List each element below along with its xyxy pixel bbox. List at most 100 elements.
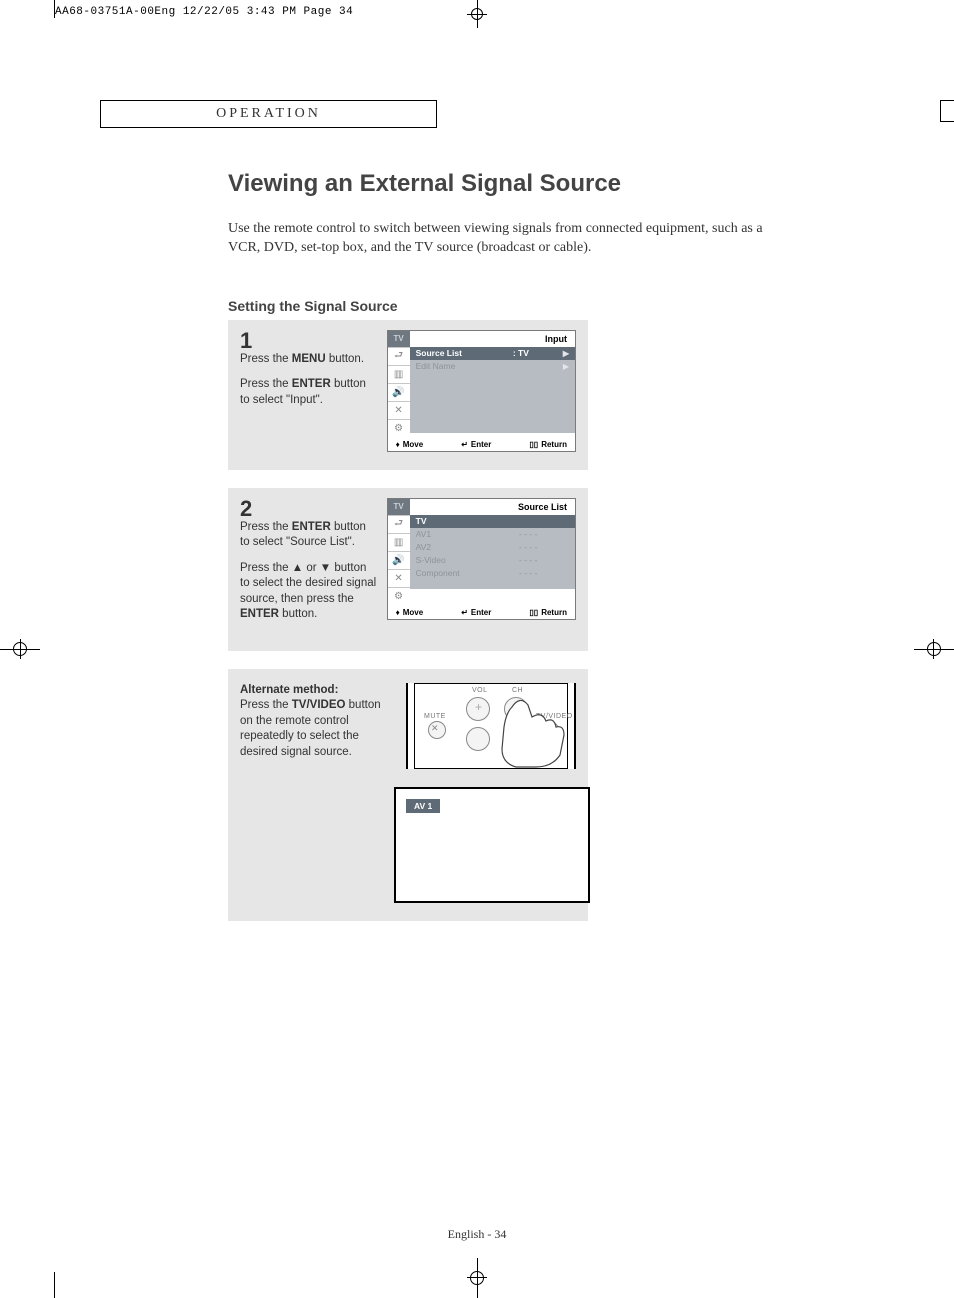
enter-icon: ↵: [461, 608, 468, 617]
step-2: 2 Press the ENTER button to select "Sour…: [228, 488, 588, 651]
vol-up-button: +: [466, 697, 490, 721]
osd-row-source-list: Source List : TV ▶: [410, 347, 575, 360]
text: Press the: [240, 562, 292, 574]
row-value: - - - -: [519, 529, 569, 539]
alt-heading: Alternate method:: [240, 684, 338, 696]
setup-icon: ⚙: [388, 587, 410, 605]
mute-button: ✕: [428, 721, 446, 739]
intro-text: Use the remote control to switch between…: [228, 220, 798, 258]
footer-return: Return: [541, 440, 567, 449]
hand-icon: [492, 697, 572, 769]
enter-icon: ↵: [461, 440, 468, 449]
osd-blank: [410, 373, 575, 433]
step-number: 2: [240, 498, 377, 520]
osd-row: Component- - - -: [410, 567, 575, 580]
osd-footer: ♦Move ↵Enter ▯▯Return: [388, 605, 575, 619]
ch-label: CH: [512, 687, 523, 694]
print-header: AA68-03751A-00Eng 12/22/05 3:43 PM Page …: [55, 6, 353, 18]
osd-tv-label: TV: [388, 331, 410, 347]
row-label: AV1: [416, 529, 519, 539]
crop-mark: [54, 1272, 55, 1298]
osd-row: AV1- - - -: [410, 528, 575, 541]
osd-source-list: TV ⮐ ▥ 🔊 ✕ ⚙ Source List TVAV1- - - -AV2…: [387, 498, 576, 620]
return-icon: ▯▯: [529, 440, 538, 449]
page-footer: English - 34: [0, 1227, 954, 1242]
osd-title: Source List: [410, 499, 575, 515]
vol-down-button: [466, 727, 490, 751]
crop-mark: [467, 1258, 487, 1298]
footer-return: Return: [541, 608, 567, 617]
text: button.: [326, 353, 364, 365]
subheading: Setting the Signal Source: [228, 298, 798, 314]
arrow-right-icon: ▶: [563, 349, 569, 358]
input-icon: ⮐: [388, 515, 410, 533]
picture-icon: ▥: [388, 533, 410, 551]
footer-move: Move: [403, 440, 423, 449]
row-label: Edit Name: [416, 361, 513, 371]
step-1-text: 1 Press the MENU button. Press the ENTER…: [240, 330, 377, 419]
row-label: AV2: [416, 542, 519, 552]
input-icon: ⮐: [388, 347, 410, 365]
channel-icon: ✕: [388, 401, 410, 419]
crop-mark: [54, 0, 55, 18]
text: Press the: [240, 521, 292, 533]
crop-mark: [914, 639, 954, 659]
text: Press the: [240, 353, 292, 365]
row-label: TV: [416, 516, 519, 526]
text: button.: [279, 608, 317, 620]
row-value: - - - -: [519, 568, 569, 578]
picture-icon: ▥: [388, 365, 410, 383]
osd-row: TV: [410, 515, 575, 528]
text: Press the: [240, 378, 292, 390]
osd-input-menu: TV ⮐ ▥ 🔊 ✕ ⚙ Input Source List : TV: [387, 330, 576, 452]
crop-mark: [467, 0, 487, 28]
up-arrow-icon: ▲: [292, 562, 303, 574]
step-number: 1: [240, 330, 377, 352]
updown-icon: ♦: [396, 608, 400, 617]
vol-label: VOL: [472, 687, 488, 694]
row-label: S-Video: [416, 555, 519, 565]
sound-icon: 🔊: [388, 383, 410, 401]
text: Press the: [240, 699, 292, 711]
text-bold: ENTER: [240, 608, 279, 620]
osd-row: S-Video- - - -: [410, 554, 575, 567]
footer-enter: Enter: [471, 440, 491, 449]
osd-sidebar: TV ⮐ ▥ 🔊 ✕ ⚙: [388, 331, 410, 437]
osd-title: Input: [410, 331, 575, 347]
text-bold: MENU: [292, 353, 326, 365]
text: or: [303, 562, 320, 574]
arrow-right-icon: ▶: [563, 362, 569, 371]
updown-icon: ♦: [396, 440, 400, 449]
row-label: Source List: [416, 348, 513, 358]
sound-icon: 🔊: [388, 551, 410, 569]
main-content: Viewing an External Signal Source Use th…: [228, 170, 798, 921]
crop-mark: [940, 100, 954, 122]
row-value: - - - -: [519, 555, 569, 565]
osd-row-edit-name: Edit Name ▶: [410, 360, 575, 373]
setup-icon: ⚙: [388, 419, 410, 437]
text-bold: TV/VIDEO: [292, 699, 346, 711]
step-1: 1 Press the MENU button. Press the ENTER…: [228, 320, 588, 470]
step-2-text: 2 Press the ENTER button to select "Sour…: [240, 498, 377, 633]
text-bold: ENTER: [292, 521, 331, 533]
alternate-method: Alternate method: Press the TV/VIDEO but…: [228, 669, 588, 921]
tv-screen-illustration: AV 1: [394, 787, 590, 903]
return-icon: ▯▯: [529, 608, 538, 617]
footer-enter: Enter: [471, 608, 491, 617]
down-arrow-icon: ▼: [320, 562, 331, 574]
page-title: Viewing an External Signal Source: [228, 170, 798, 198]
alt-text: Alternate method: Press the TV/VIDEO but…: [240, 683, 390, 761]
text-bold: ENTER: [292, 378, 331, 390]
osd-row: AV2- - - -: [410, 541, 575, 554]
section-label: OPERATION: [100, 100, 437, 128]
osd-tv-label: TV: [388, 499, 410, 515]
crop-mark: [0, 639, 40, 659]
osd-sidebar: TV ⮐ ▥ 🔊 ✕ ⚙: [388, 499, 410, 605]
row-label: Component: [416, 568, 519, 578]
row-value: : TV: [513, 348, 563, 358]
footer-move: Move: [403, 608, 423, 617]
channel-icon: ✕: [388, 569, 410, 587]
mute-label: MUTE: [424, 713, 446, 720]
row-value: - - - -: [519, 542, 569, 552]
remote-illustration: VOL CH MUTE TV/VIDEO + ✕: [406, 683, 576, 769]
